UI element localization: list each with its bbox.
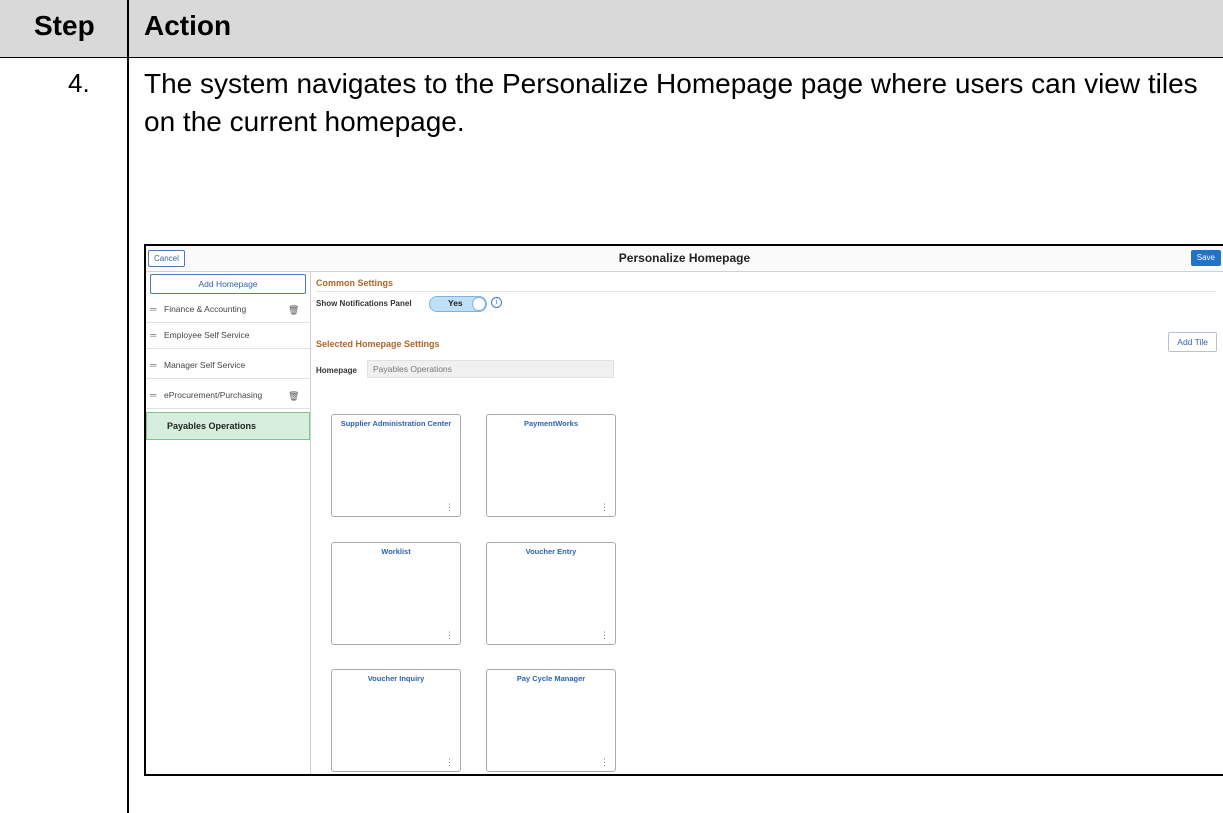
top-bar: Cancel Personalize Homepage Save [146,246,1223,272]
tile-title: Supplier Administration Center [340,419,452,428]
vertical-ellipsis-icon[interactable]: ⋮ [600,631,609,640]
sidebar-item-manager-self-service[interactable]: ═ Manager Self Service [146,352,310,379]
table-header: Step Action [0,0,1223,58]
personalize-homepage-screenshot: Cancel Personalize Homepage Save Add Hom… [144,244,1223,776]
add-tile-button[interactable]: Add Tile [1168,332,1217,352]
tile-voucher-inquiry[interactable]: Voucher Inquiry ⋮ [331,669,461,772]
tile-title: Voucher Inquiry [367,674,425,683]
vertical-ellipsis-icon[interactable]: ⋮ [445,631,454,640]
drag-handle-icon[interactable]: ═ [150,296,156,322]
tile-title: Pay Cycle Manager [516,674,586,683]
tile-supplier-administration-center[interactable]: Supplier Administration Center ⋮ [331,414,461,517]
sidebar-item-label: Payables Operations [167,421,257,431]
vertical-ellipsis-icon[interactable]: ⋮ [445,503,454,512]
notifications-label: Show Notifications Panel [316,299,412,308]
step-number: 4. [68,68,90,98]
tile-worklist[interactable]: Worklist ⋮ [331,542,461,645]
vertical-ellipsis-icon[interactable]: ⋮ [445,758,454,767]
tile-title: PaymentWorks [523,419,579,428]
drag-handle-icon[interactable]: ═ [150,382,156,408]
tile-pay-cycle-manager[interactable]: Pay Cycle Manager ⋮ [486,669,616,772]
sidebar-item-employee-self-service[interactable]: ═ Employee Self Service [146,322,310,349]
sidebar-item-label: Employee Self Service [164,330,250,340]
info-icon[interactable]: i [491,297,502,308]
toggle-value: Yes [448,298,463,308]
action-column-header: Action [144,10,232,41]
tile-paymentworks[interactable]: PaymentWorks ⋮ [486,414,616,517]
column-divider [127,0,129,813]
step-description: The system navigates to the Personalize … [144,68,1198,137]
homepage-name-field[interactable]: Payables Operations [367,360,614,378]
tile-title: Worklist [381,547,411,556]
sidebar-item-payables-operations[interactable]: Payables Operations [146,412,310,440]
tile-title: Voucher Entry [525,547,577,556]
save-button[interactable]: Save [1190,250,1221,266]
common-settings-heading: Common Settings [316,278,394,288]
homepage-sidebar: Add Homepage ═ Finance & Accounting 🗑 ═ … [146,272,311,774]
trash-icon[interactable]: 🗑 [288,297,299,323]
add-homepage-button[interactable]: Add Homepage [150,274,306,294]
homepage-label: Homepage [316,366,357,375]
page-title: Personalize Homepage [618,251,751,265]
sidebar-item-eprocurement-purchasing[interactable]: ═ eProcurement/Purchasing 🗑 [146,382,310,409]
notifications-toggle[interactable]: Yes [429,296,487,312]
settings-panel: Common Settings Show Notifications Panel… [311,272,1223,774]
trash-icon[interactable]: 🗑 [288,383,299,409]
step-action-table: Step Action 4. The system navigates to t… [0,0,1223,813]
step-column-header: Step [34,10,95,41]
sidebar-item-label: Manager Self Service [164,360,246,370]
section-divider [316,291,1216,292]
drag-handle-icon[interactable]: ═ [150,352,156,378]
sidebar-item-label: eProcurement/Purchasing [164,390,263,400]
sidebar-item-finance-accounting[interactable]: ═ Finance & Accounting 🗑 [146,296,310,323]
drag-handle-icon[interactable]: ═ [150,322,156,348]
vertical-ellipsis-icon[interactable]: ⋮ [600,758,609,767]
tile-voucher-entry[interactable]: Voucher Entry ⋮ [486,542,616,645]
sidebar-item-label: Finance & Accounting [164,304,247,314]
toggle-knob [472,297,486,311]
selected-homepage-settings-heading: Selected Homepage Settings [316,339,440,349]
vertical-ellipsis-icon[interactable]: ⋮ [600,503,609,512]
